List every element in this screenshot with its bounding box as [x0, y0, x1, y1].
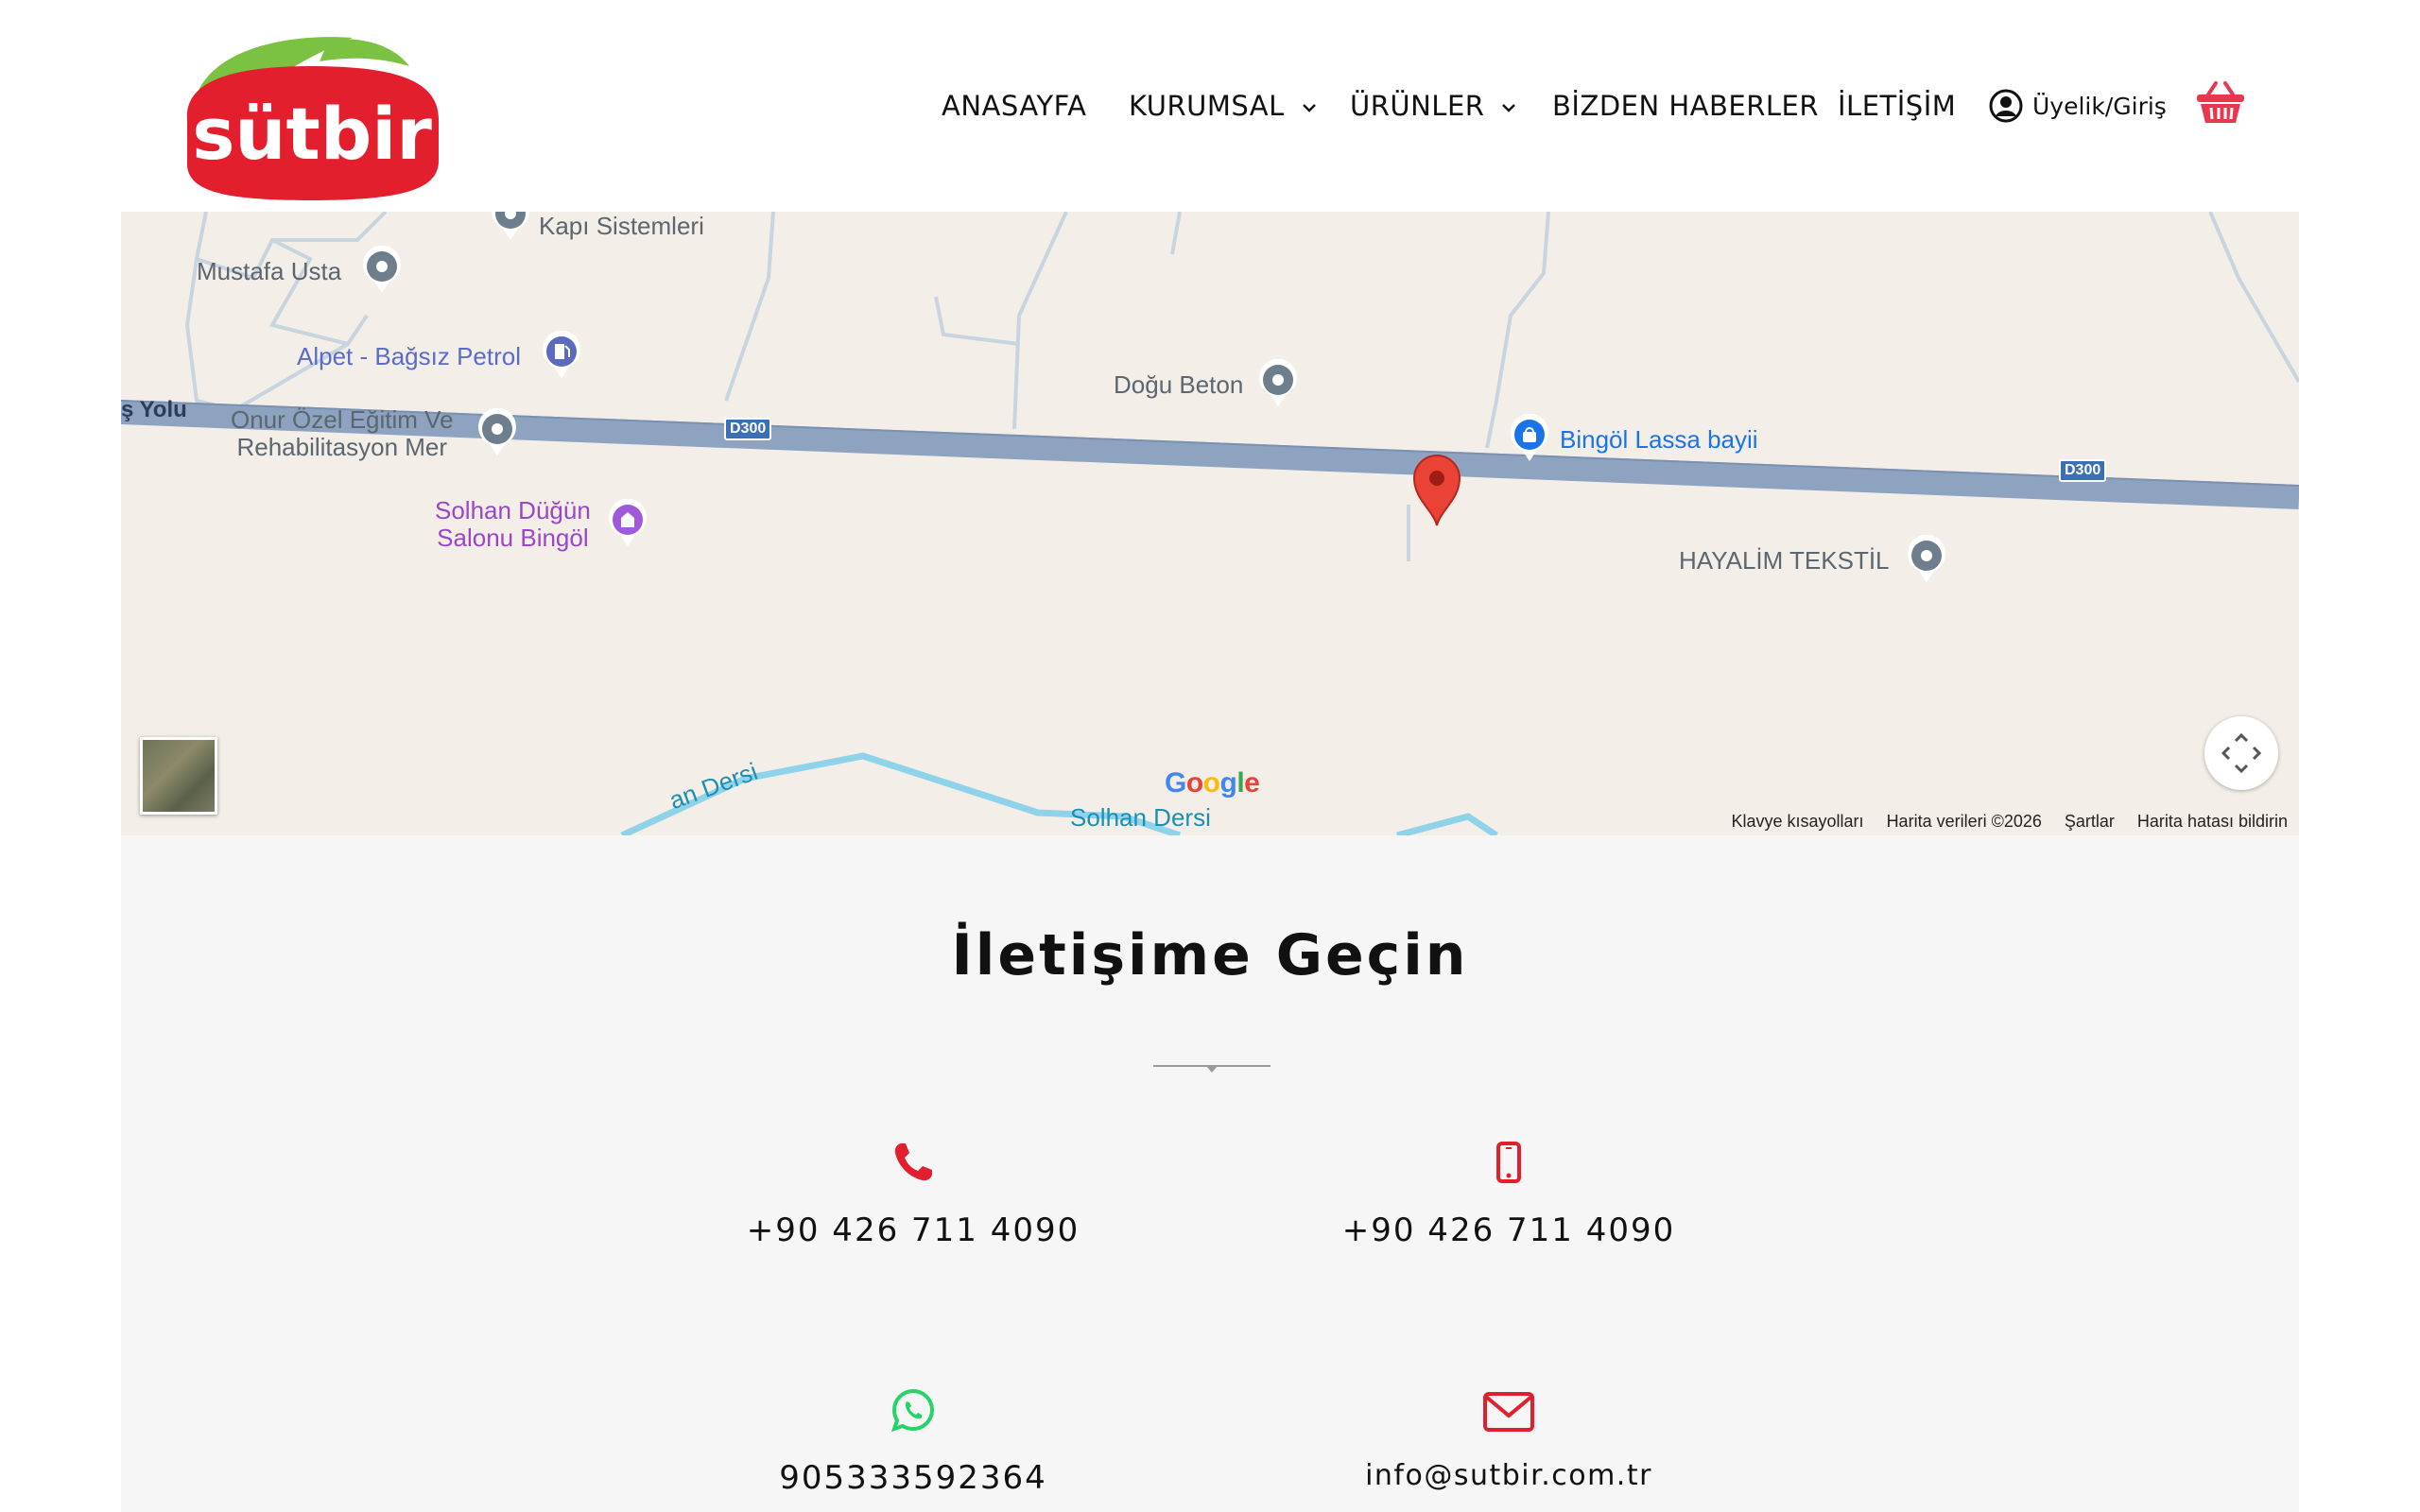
contact-section: İletişime Geçin +90 426 711 4090 +90 426… [121, 835, 2299, 1512]
mobile-phone-icon [1496, 1142, 1521, 1183]
poi-onur-line1: Onur Özel Eğitim Ve [231, 405, 454, 434]
poi-onur-line2: Rehabilitasyon Mer [236, 433, 448, 461]
shopping-bag-icon[interactable] [1509, 414, 1550, 463]
contact-phone-text: +90 426 711 4090 [746, 1211, 1080, 1249]
poi-mustafa-usta[interactable]: Mustafa Usta [197, 257, 341, 286]
road-badge-d300: D300 [724, 418, 772, 440]
location-marker-icon[interactable] [1410, 454, 1463, 527]
fullscreen-button[interactable] [2204, 716, 2278, 790]
google-map[interactable]: Kapı Sistemleri Mustafa Usta Alpet - Bağ… [121, 212, 2299, 835]
account-login-link[interactable]: Üyelik/Giriş [1989, 85, 2167, 127]
event-venue-icon[interactable] [607, 499, 648, 548]
contact-phone[interactable]: +90 426 711 4090 [677, 1140, 1150, 1249]
map-report-error-link[interactable]: Harita hatası bildirin [2137, 812, 2288, 832]
road-name-label: ş Yolu [121, 397, 187, 422]
whatsapp-icon [890, 1388, 934, 1433]
place-pin-icon[interactable] [490, 212, 531, 242]
place-pin-icon[interactable] [1906, 535, 1947, 584]
map-terms-link[interactable]: Şartlar [2065, 812, 2115, 832]
poi-bingol-lassa[interactable]: Bingöl Lassa bayii [1560, 425, 1758, 455]
river-label: Solhan Dersi [1070, 803, 1211, 832]
nav-kurumsal[interactable]: KURUMSAL [1129, 76, 1317, 136]
poi-dogu-beton[interactable]: Doğu Beton [1114, 370, 1243, 400]
account-label: Üyelik/Giriş [2032, 92, 2167, 120]
road-badge-d300: D300 [2059, 459, 2107, 482]
gas-station-icon[interactable] [541, 331, 582, 380]
map-keyboard-shortcuts[interactable]: Klavye kısayolları [1732, 812, 1864, 832]
nav-urunler-label: ÜRÜNLER [1350, 90, 1485, 122]
place-pin-icon[interactable] [476, 408, 518, 457]
poi-solhan-line1: Solhan Düğün [435, 496, 591, 524]
contact-whatsapp[interactable]: 905333592364 [677, 1387, 1150, 1497]
satellite-toggle[interactable] [140, 737, 217, 815]
section-divider [1153, 1065, 1270, 1073]
nav-anasayfa-label: ANASAYFA [942, 90, 1087, 122]
nav-bizden-haberler[interactable]: BİZDEN HABERLER [1552, 76, 1819, 136]
poi-kapi-sistemleri[interactable]: Kapı Sistemleri [539, 212, 704, 241]
map-footer: Klavye kısayolları Harita verileri ©2026… [1732, 812, 2289, 832]
place-pin-icon[interactable] [1257, 359, 1299, 408]
poi-hayalim-tekstil[interactable]: HAYALİM TEKSTİL [1679, 546, 1890, 576]
poi-solhan-line2: Salonu Bingöl [437, 524, 589, 552]
place-pin-icon[interactable] [361, 246, 403, 295]
fullscreen-icon [2221, 732, 2262, 774]
nav-iletisim-label: İLETİŞİM [1838, 90, 1957, 122]
contact-title: İletişime Geçin [951, 922, 1469, 988]
poi-alpet-petrol[interactable]: Alpet - Bağsız Petrol [297, 342, 521, 371]
chevron-down-icon [1302, 104, 1316, 112]
nav-bizden-haberler-label: BİZDEN HABERLER [1552, 90, 1820, 122]
basket-icon[interactable] [2195, 79, 2246, 125]
contact-mobile[interactable]: +90 426 711 4090 [1272, 1140, 1745, 1249]
nav-urunler[interactable]: ÜRÜNLER [1350, 76, 1516, 136]
poi-solhan-dugun[interactable]: Solhan Düğün Salonu Bingöl [435, 497, 591, 552]
contact-whatsapp-text: 905333592364 [779, 1459, 1047, 1497]
phone-icon [894, 1143, 932, 1181]
envelope-icon [1483, 1392, 1534, 1432]
chevron-down-icon [1502, 104, 1516, 112]
nav-anasayfa[interactable]: ANASAYFA [942, 76, 1086, 136]
site-header: sütbir ANASAYFA KURUMSAL ÜRÜNLER BİZDEN … [0, 0, 2420, 212]
contact-email[interactable]: info@sutbir.com.tr [1272, 1391, 1745, 1492]
poi-onur-ozel-egitim[interactable]: Onur Özel Eğitim Ve Rehabilitasyon Mer [231, 406, 454, 461]
map-data-credit: Harita verileri ©2026 [1886, 812, 2042, 831]
nav-kurumsal-label: KURUMSAL [1129, 90, 1285, 122]
user-circle-icon [1989, 89, 2023, 123]
contact-mobile-text: +90 426 711 4090 [1341, 1211, 1676, 1249]
google-logo: Google [1165, 767, 1260, 799]
nav-iletisim[interactable]: İLETİŞİM [1838, 76, 1956, 136]
contact-email-text: info@sutbir.com.tr [1365, 1459, 1652, 1492]
